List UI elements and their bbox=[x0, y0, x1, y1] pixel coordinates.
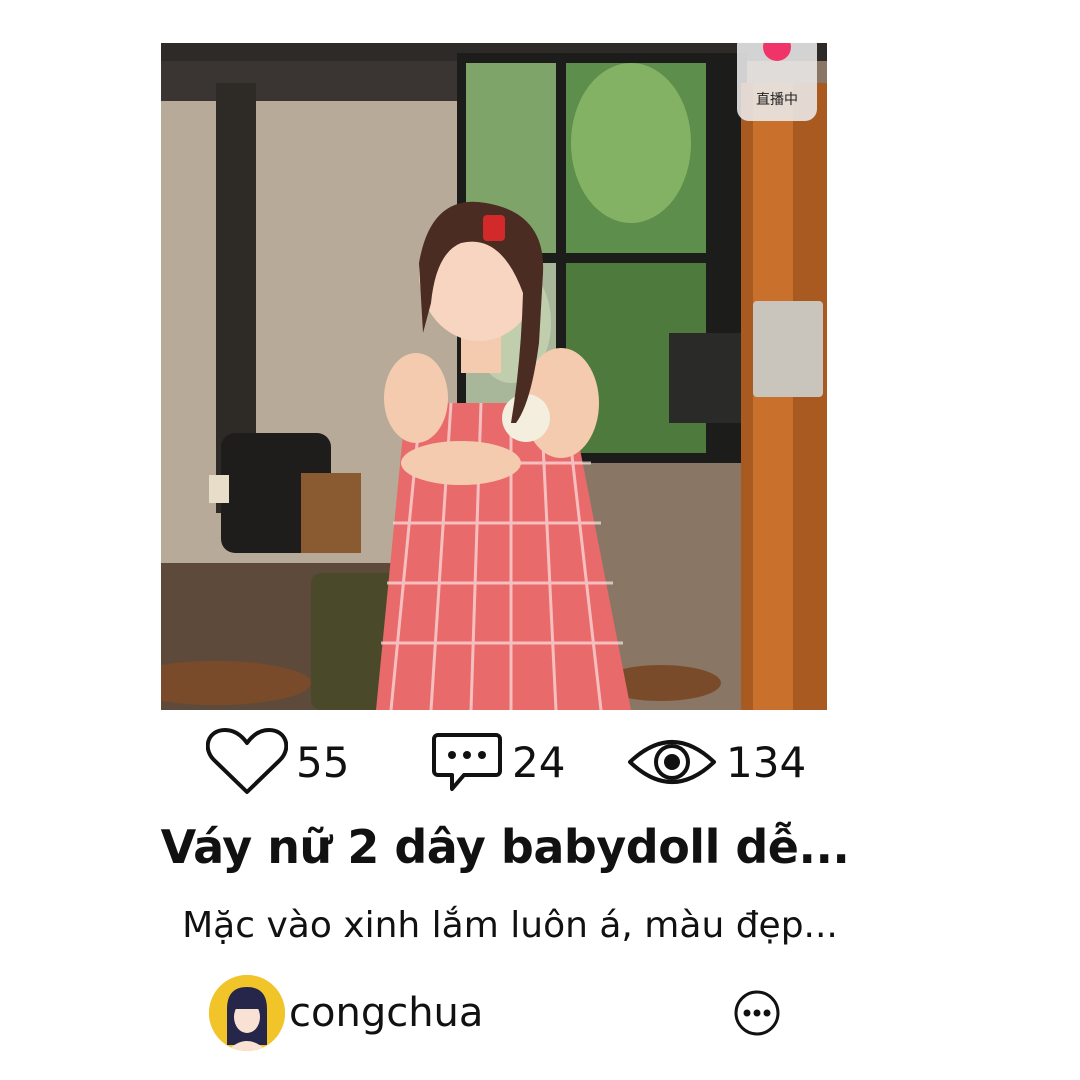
live-badge-label: 直播中 bbox=[756, 92, 798, 108]
view-count: 134 bbox=[726, 737, 807, 787]
post-photo-illustration bbox=[161, 43, 827, 710]
view-stat: 134 bbox=[626, 726, 806, 798]
comment-stat[interactable]: 24 bbox=[430, 726, 565, 798]
comment-bubble-icon[interactable] bbox=[430, 729, 504, 795]
post-photo[interactable]: 直播中 bbox=[161, 43, 827, 710]
more-options-icon bbox=[734, 990, 780, 1036]
post-stats: 55 24 134 bbox=[0, 726, 1080, 798]
comment-count: 24 bbox=[512, 737, 566, 787]
live-icon bbox=[763, 43, 791, 61]
like-stat[interactable]: 55 bbox=[206, 726, 349, 798]
post-title[interactable]: Váy nữ 2 dây babydoll dễ... bbox=[0, 820, 1010, 874]
author-username[interactable]: congchua bbox=[289, 990, 483, 1036]
avatar-icon bbox=[209, 975, 285, 1051]
eye-icon bbox=[628, 740, 716, 784]
author[interactable]: congchua bbox=[209, 975, 483, 1051]
like-count: 55 bbox=[296, 737, 350, 787]
more-options-button[interactable] bbox=[733, 989, 781, 1037]
heart-icon[interactable] bbox=[206, 726, 288, 798]
live-badge[interactable]: 直播中 bbox=[737, 43, 817, 121]
post-description: Mặc vào xinh lắm luôn á, màu đẹp... bbox=[182, 905, 838, 946]
avatar[interactable] bbox=[209, 975, 285, 1051]
